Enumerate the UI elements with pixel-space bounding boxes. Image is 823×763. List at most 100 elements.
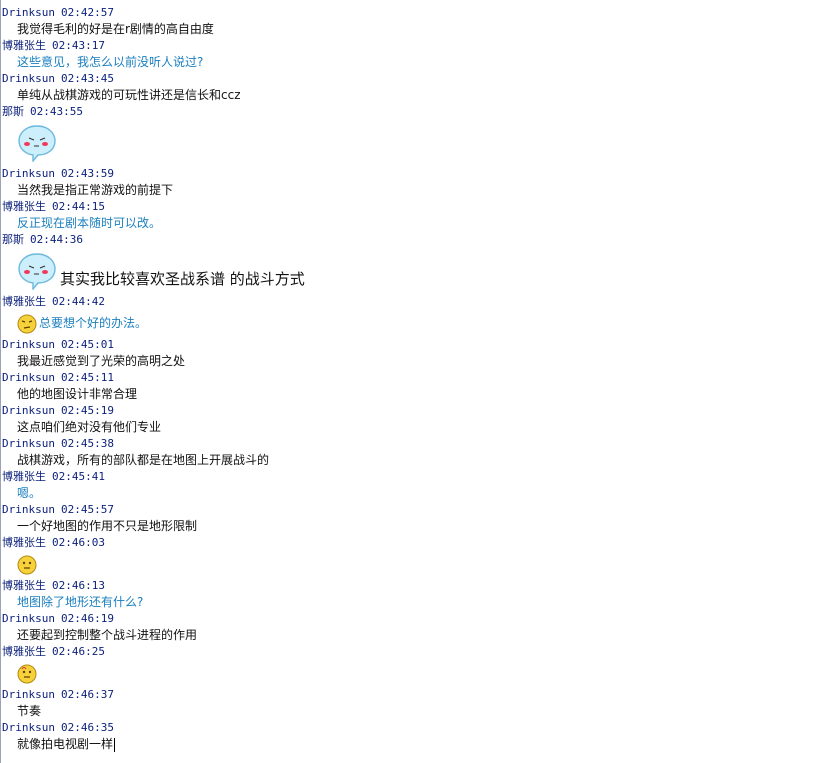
- sender-name: Drinksun: [2, 6, 55, 19]
- message-header: 博雅张生 02:46:13: [1, 578, 823, 594]
- emoticon-row: [1, 120, 823, 166]
- chat-message: Drinksun 02:45:11 他的地图设计非常合理: [1, 370, 823, 403]
- chat-message: 博雅张生 02:44:42 总要想个好的办法。: [1, 294, 823, 337]
- message-header: 博雅张生 02:44:42: [1, 294, 823, 310]
- chat-message: Drinksun 02:45:38 战棋游戏，所有的部队都是在地图上开展战斗的: [1, 436, 823, 469]
- message-time: 02:46:35: [60, 721, 114, 734]
- message-header: Drinksun 02:45:11: [1, 370, 823, 386]
- message-time: 02:45:38: [60, 437, 114, 450]
- message-header: Drinksun 02:45:38: [1, 436, 823, 452]
- message-text-row: 就像拍电视剧一样: [1, 736, 823, 753]
- chat-message: 那斯 02:44:36 其实我比较喜欢圣战系谱 的战斗方式: [1, 232, 823, 294]
- message-time: 02:45:11: [60, 371, 114, 384]
- sender-name: Drinksun: [2, 612, 55, 625]
- chat-message: 博雅张生 02:46:13 地图除了地形还有什么?: [1, 578, 823, 611]
- message-header: Drinksun 02:46:35: [1, 720, 823, 736]
- message-text: 我最近感觉到了光荣的高明之处: [17, 354, 186, 368]
- chat-message: Drinksun 02:45:19 这点咱们绝对没有他们专业: [1, 403, 823, 436]
- message-header: Drinksun 02:45:19: [1, 403, 823, 419]
- message-header: Drinksun 02:42:57: [1, 5, 823, 21]
- puzzled-smiley-icon: [17, 555, 37, 575]
- message-text: 就像拍电视剧一样: [17, 737, 114, 751]
- message-time: 02:43:45: [60, 72, 114, 85]
- message-header: Drinksun 02:46:37: [1, 687, 823, 703]
- message-time: 02:46:25: [52, 645, 105, 658]
- message-text: 其实我比较喜欢圣战系谱 的战斗方式: [60, 269, 305, 288]
- chat-message: 博雅张生 02:46:25: [1, 644, 823, 687]
- chat-message: Drinksun 02:43:59 当然我是指正常游戏的前提下: [1, 166, 823, 199]
- chat-message: 博雅张生 02:43:17 这些意见，我怎么以前没听人说过?: [1, 38, 823, 71]
- message-text: 总要想个好的办法。: [39, 316, 148, 330]
- chat-message: Drinksun 02:46:37 节奏: [1, 687, 823, 720]
- message-time: 02:45:01: [60, 338, 114, 351]
- message-text: 他的地图设计非常合理: [17, 387, 138, 401]
- sender-name: Drinksun: [2, 371, 55, 384]
- emoticon-row: 总要想个好的办法。: [1, 310, 823, 337]
- message-text: 还要起到控制整个战斗进程的作用: [17, 628, 198, 642]
- chat-message: 博雅张生 02:45:41 嗯。: [1, 469, 823, 502]
- message-time: 02:46:13: [52, 579, 105, 592]
- message-header: Drinksun 02:43:59: [1, 166, 823, 182]
- message-time: 02:44:42: [52, 295, 105, 308]
- message-time: 02:42:57: [60, 6, 114, 19]
- message-time: 02:45:19: [60, 404, 114, 417]
- message-header: 博雅张生 02:43:17: [1, 38, 823, 54]
- sender-name: 博雅张生: [2, 470, 46, 483]
- chat-message: Drinksun 02:45:01 我最近感觉到了光荣的高明之处: [1, 337, 823, 370]
- sender-name: Drinksun: [2, 721, 55, 734]
- sender-name: Drinksun: [2, 404, 55, 417]
- message-text: 一个好地图的作用不只是地形限制: [17, 519, 198, 533]
- message-time: 02:46:37: [60, 688, 114, 701]
- message-text: 当然我是指正常游戏的前提下: [17, 183, 174, 197]
- message-header: 博雅张生 02:46:03: [1, 535, 823, 551]
- message-text: 单纯从战棋游戏的可玩性讲还是信长和ccz: [17, 88, 241, 102]
- message-text: 这点咱们绝对没有他们专业: [17, 420, 162, 434]
- sender-name: Drinksun: [2, 437, 55, 450]
- sender-name: Drinksun: [2, 503, 55, 516]
- sender-name: 博雅张生: [2, 39, 46, 52]
- sender-name: Drinksun: [2, 338, 55, 351]
- speech-bubble-face-icon: [17, 252, 57, 291]
- chat-message: 那斯 02:43:55: [1, 104, 823, 166]
- message-header: Drinksun 02:45:01: [1, 337, 823, 353]
- message-text: 节奏: [17, 704, 42, 718]
- message-header: Drinksun 02:46:19: [1, 611, 823, 627]
- emoticon-row: [1, 660, 823, 687]
- sender-name: 博雅张生: [2, 645, 46, 658]
- emoticon-row: 其实我比较喜欢圣战系谱 的战斗方式: [1, 248, 823, 294]
- sender-name: 博雅张生: [2, 579, 46, 592]
- chat-message: Drinksun 02:43:45 单纯从战棋游戏的可玩性讲还是信长和ccz: [1, 71, 823, 104]
- message-time: 02:43:17: [52, 39, 105, 52]
- chat-message: 博雅张生 02:46:03: [1, 535, 823, 578]
- sender-name: 那斯: [2, 105, 24, 118]
- sender-name: Drinksun: [2, 72, 55, 85]
- message-time: 02:44:15: [52, 200, 105, 213]
- message-time: 02:43:55: [30, 105, 83, 118]
- sender-name: 那斯: [2, 233, 24, 246]
- message-time: 02:46:19: [60, 612, 114, 625]
- message-header: Drinksun 02:43:45: [1, 71, 823, 87]
- puzzled-smiley-icon: [17, 664, 37, 684]
- message-text: 我觉得毛利的好是在r剧情的高自由度: [17, 22, 214, 36]
- chat-message: Drinksun 02:45:57 一个好地图的作用不只是地形限制: [1, 502, 823, 535]
- message-header: 博雅张生 02:46:25: [1, 644, 823, 660]
- message-header: 那斯 02:44:36: [1, 232, 823, 248]
- speech-bubble-face-icon: [17, 124, 57, 163]
- message-time: 02:43:59: [60, 167, 114, 180]
- chat-message: 博雅张生 02:44:15 反正现在剧本随时可以改。: [1, 199, 823, 232]
- chat-message: Drinksun 02:46:19 还要起到控制整个战斗进程的作用: [1, 611, 823, 644]
- chat-message: Drinksun 02:46:35 就像拍电视剧一样: [1, 720, 823, 753]
- message-header: 博雅张生 02:44:15: [1, 199, 823, 215]
- message-text: 反正现在剧本随时可以改。: [17, 216, 162, 230]
- message-header: 那斯 02:43:55: [1, 104, 823, 120]
- sender-name: Drinksun: [2, 167, 55, 180]
- sender-name: 博雅张生: [2, 536, 46, 549]
- emoticon-row: [1, 551, 823, 578]
- sender-name: 博雅张生: [2, 295, 46, 308]
- message-text: 地图除了地形还有什么?: [17, 595, 144, 609]
- message-text: 嗯。: [17, 486, 42, 500]
- message-time: 02:44:36: [30, 233, 83, 246]
- chat-history-pane[interactable]: Drinksun 02:42:57 我觉得毛利的好是在r剧情的高自由度 博雅张生 0…: [0, 0, 823, 763]
- sender-name: 博雅张生: [2, 200, 46, 213]
- message-text: 这些意见，我怎么以前没听人说过?: [17, 55, 204, 69]
